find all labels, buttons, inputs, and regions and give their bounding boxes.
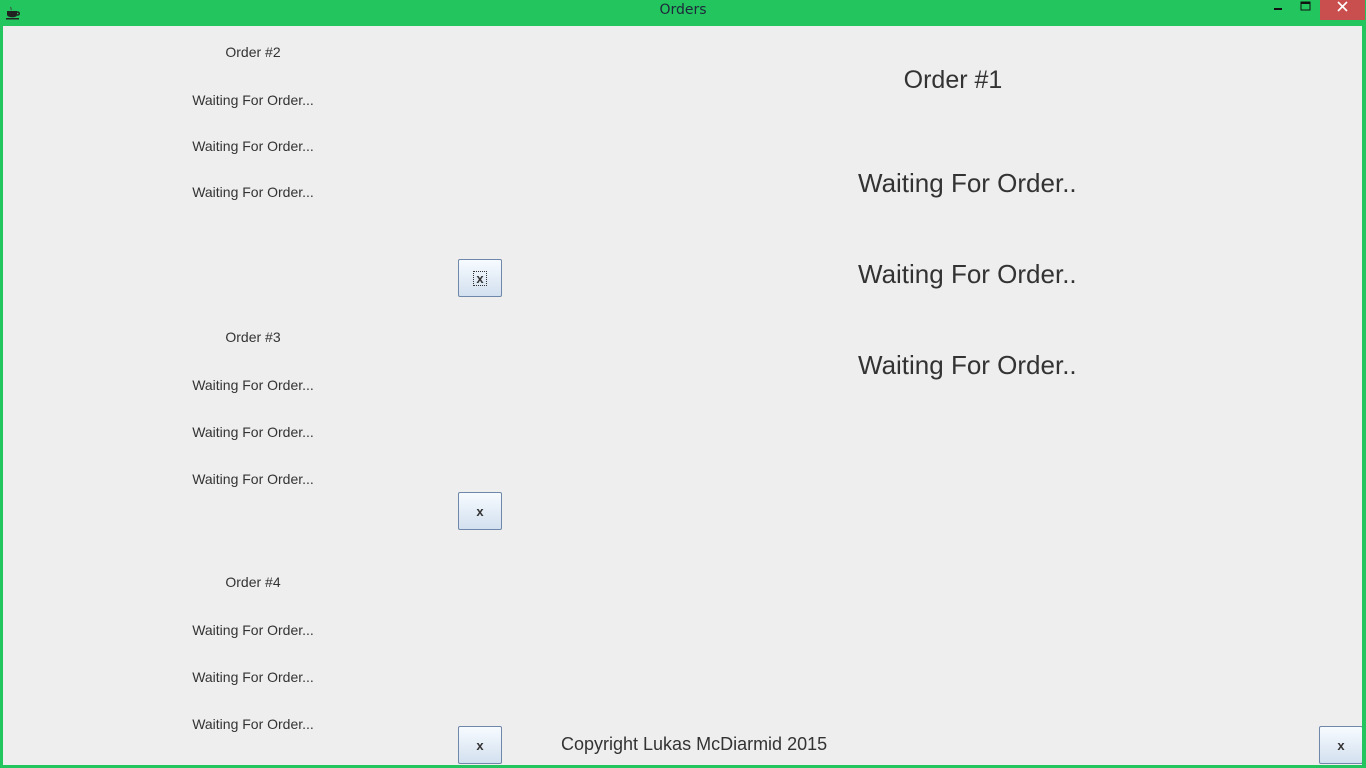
main-order-dismiss-label: x — [1337, 737, 1345, 753]
window-title: Orders — [659, 2, 707, 18]
order-4-dismiss-label: x — [476, 737, 484, 753]
close-window-button[interactable] — [1320, 0, 1365, 20]
main-order-line-2: Waiting For Order.. — [858, 259, 1077, 289]
order-2-dismiss-button[interactable]: x — [458, 259, 502, 297]
orders-panel: Order #2 Waiting For Order... Waiting Fo… — [3, 26, 1362, 765]
order-3-dismiss-button[interactable]: x — [458, 492, 502, 530]
minimize-button[interactable] — [1264, 0, 1292, 20]
title-bar[interactable]: Orders — [0, 0, 1366, 24]
order-3-line-2: Waiting For Order... — [192, 424, 314, 440]
order-4-line-2: Waiting For Order... — [192, 669, 314, 685]
minimize-icon — [1274, 8, 1282, 10]
order-4-title: Order #4 — [225, 574, 281, 590]
order-3-dismiss-label: x — [476, 503, 484, 519]
main-order-title: Order #1 — [903, 66, 1003, 94]
order-4-line-1: Waiting For Order... — [192, 622, 314, 638]
copyright-text: Copyright Lukas McDiarmid 2015 — [561, 734, 828, 754]
main-order-dismiss-button[interactable]: x — [1319, 726, 1362, 764]
order-2-line-3: Waiting For Order... — [192, 184, 314, 200]
maximize-button[interactable] — [1292, 0, 1320, 20]
order-2-dismiss-label: x — [473, 270, 487, 286]
close-icon — [1337, 1, 1348, 12]
order-2-line-2: Waiting For Order... — [192, 138, 314, 154]
main-order-line-1: Waiting For Order.. — [858, 168, 1077, 198]
order-3-line-3: Waiting For Order... — [192, 471, 314, 487]
order-4-line-3: Waiting For Order... — [192, 716, 314, 732]
order-4-dismiss-button[interactable]: x — [458, 726, 502, 764]
order-3-title: Order #3 — [225, 329, 281, 345]
order-2-line-1: Waiting For Order... — [192, 92, 314, 108]
orders-window: Orders Order #2 Waiting For Order... Wai… — [0, 0, 1366, 768]
order-2-title: Order #2 — [225, 44, 281, 60]
main-order-line-3: Waiting For Order.. — [858, 350, 1077, 380]
order-3-line-1: Waiting For Order... — [192, 377, 314, 393]
maximize-icon — [1300, 1, 1311, 11]
